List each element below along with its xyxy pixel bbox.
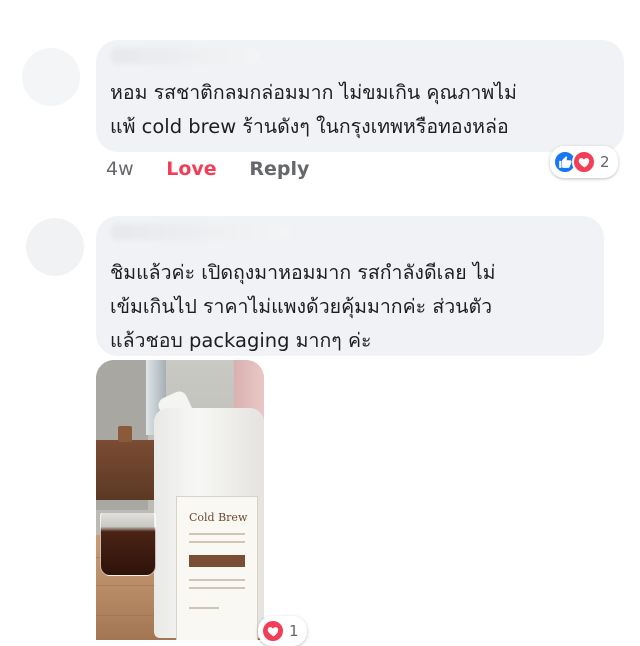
love-icon (261, 619, 285, 643)
pouch-title: Cold Brew (189, 511, 248, 524)
reaction-summary[interactable]: 2 (550, 146, 618, 178)
photo-pot (118, 426, 132, 442)
commenter-avatar[interactable] (26, 218, 84, 276)
comment-photo[interactable]: Cold Brew (96, 360, 264, 640)
comment-bubble: หอม รสชาติกลมกล่อมมาก ไม่ขมเกิน คุณภาพไม… (96, 40, 624, 152)
comment-text: ชิมแล้วค่ะ เปิดถุงมาหอมมาก รสกำลังดีเลย … (110, 261, 496, 352)
iced-coffee-glass (100, 512, 156, 576)
pouch-label: Cold Brew (176, 496, 258, 640)
coffee-pouch: Cold Brew (154, 408, 264, 640)
comment-actions: 4w Love Reply (106, 158, 335, 180)
love-reaction-button[interactable]: Love (166, 158, 216, 180)
reaction-count: 1 (289, 622, 299, 640)
reaction-summary[interactable]: 1 (258, 616, 307, 646)
reply-button[interactable]: Reply (249, 158, 309, 180)
comment-bubble: ชิมแล้วค่ะ เปิดถุงมาหอมมาก รสกำลังดีเลย … (96, 216, 604, 356)
commenter-avatar[interactable] (22, 48, 80, 106)
comment-timestamp[interactable]: 4w (106, 158, 134, 180)
love-icon (572, 150, 596, 174)
commenter-name-redacted[interactable] (110, 224, 290, 240)
pouch-band (189, 555, 245, 567)
reaction-count: 2 (600, 153, 610, 171)
commenter-name-redacted[interactable] (110, 48, 260, 64)
comment-text: หอม รสชาติกลมกล่อมมาก ไม่ขมเกิน คุณภาพไม… (110, 81, 517, 138)
